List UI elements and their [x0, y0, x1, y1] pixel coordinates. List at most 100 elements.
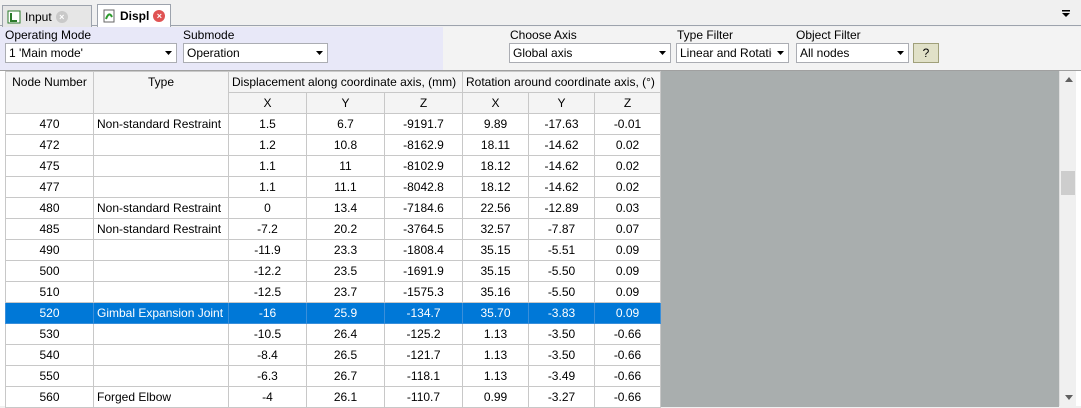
- table-cell-dx[interactable]: 1.5: [228, 113, 307, 135]
- table-cell-dz[interactable]: -121.7: [384, 344, 463, 366]
- table-cell-dz[interactable]: -1808.4: [384, 239, 463, 261]
- table-cell-type[interactable]: [93, 155, 229, 177]
- table-cell-ry[interactable]: -3.49: [528, 365, 595, 387]
- table-cell-rz[interactable]: -0.01: [594, 113, 661, 135]
- table-cell-rx[interactable]: 35.70: [462, 302, 529, 324]
- help-button[interactable]: ?: [913, 43, 939, 63]
- table-cell-rx[interactable]: 9.89: [462, 113, 529, 135]
- table-cell-type[interactable]: [93, 344, 229, 366]
- table-cell-node[interactable]: 560: [5, 386, 94, 408]
- table-cell-rz[interactable]: 0.02: [594, 134, 661, 156]
- table-cell-dx[interactable]: -7.2: [228, 218, 307, 240]
- table-cell-type[interactable]: Non-standard Restraint: [93, 197, 229, 219]
- table-cell-dz[interactable]: -8102.9: [384, 155, 463, 177]
- table-cell-rz[interactable]: 0.09: [594, 260, 661, 282]
- table-cell-node[interactable]: 480: [5, 197, 94, 219]
- table-row[interactable]: 510 -12.5 23.7 -1575.3 35.16 -5.50 0.09: [5, 281, 661, 303]
- table-cell-dy[interactable]: 11: [306, 155, 385, 177]
- table-cell-rx[interactable]: 35.15: [462, 239, 529, 261]
- table-cell-dx[interactable]: -16: [228, 302, 307, 324]
- table-cell-rx[interactable]: 1.13: [462, 365, 529, 387]
- table-cell-node[interactable]: 530: [5, 323, 94, 345]
- table-cell-ry[interactable]: -7.87: [528, 218, 595, 240]
- table-cell-dz[interactable]: -134.7: [384, 302, 463, 324]
- table-cell-node[interactable]: 490: [5, 239, 94, 261]
- table-cell-dx[interactable]: -6.3: [228, 365, 307, 387]
- table-cell-dy[interactable]: 23.5: [306, 260, 385, 282]
- table-cell-dx[interactable]: -11.9: [228, 239, 307, 261]
- table-cell-rz[interactable]: -0.66: [594, 386, 661, 408]
- table-cell-dz[interactable]: -8042.8: [384, 176, 463, 198]
- table-row[interactable]: 472 1.2 10.8 -8162.9 18.11 -14.62 0.02: [5, 134, 661, 156]
- column-header-node-number[interactable]: Node Number: [5, 71, 94, 114]
- table-cell-rx[interactable]: 22.56: [462, 197, 529, 219]
- table-cell-node[interactable]: 510: [5, 281, 94, 303]
- table-cell-node[interactable]: 477: [5, 176, 94, 198]
- table-cell-rx[interactable]: 18.12: [462, 176, 529, 198]
- table-cell-rz[interactable]: 0.02: [594, 155, 661, 177]
- table-cell-type[interactable]: [93, 281, 229, 303]
- table-cell-dy[interactable]: 25.9: [306, 302, 385, 324]
- scroll-up-icon[interactable]: [1060, 71, 1077, 88]
- table-cell-ry[interactable]: -3.50: [528, 323, 595, 345]
- table-cell-node[interactable]: 475: [5, 155, 94, 177]
- table-cell-rx[interactable]: 18.12: [462, 155, 529, 177]
- submode-select[interactable]: Operation: [183, 43, 328, 63]
- table-cell-type[interactable]: [93, 239, 229, 261]
- table-cell-ry[interactable]: -12.89: [528, 197, 595, 219]
- table-cell-ry[interactable]: -5.51: [528, 239, 595, 261]
- table-cell-dx[interactable]: -12.5: [228, 281, 307, 303]
- table-row[interactable]: 550 -6.3 26.7 -118.1 1.13 -3.49 -0.66: [5, 365, 661, 387]
- table-cell-dx[interactable]: -10.5: [228, 323, 307, 345]
- table-cell-dz[interactable]: -7184.6: [384, 197, 463, 219]
- table-cell-type[interactable]: Non-standard Restraint: [93, 113, 229, 135]
- table-row[interactable]: 500 -12.2 23.5 -1691.9 35.15 -5.50 0.09: [5, 260, 661, 282]
- tab-displ[interactable]: Displ ×: [97, 4, 171, 27]
- table-cell-dz[interactable]: -1691.9: [384, 260, 463, 282]
- table-cell-type[interactable]: Non-standard Restraint: [93, 218, 229, 240]
- tab-input[interactable]: Input ×: [2, 5, 92, 27]
- table-cell-rx[interactable]: 35.16: [462, 281, 529, 303]
- column-header-disp-y[interactable]: Y: [306, 92, 385, 114]
- table-cell-dy[interactable]: 20.2: [306, 218, 385, 240]
- table-cell-dx[interactable]: -4: [228, 386, 307, 408]
- table-cell-dz[interactable]: -3764.5: [384, 218, 463, 240]
- table-cell-rz[interactable]: 0.07: [594, 218, 661, 240]
- table-cell-node[interactable]: 540: [5, 344, 94, 366]
- table-cell-rz[interactable]: 0.09: [594, 239, 661, 261]
- table-cell-node[interactable]: 470: [5, 113, 94, 135]
- tab-menu-dropdown-icon[interactable]: [1061, 8, 1071, 18]
- table-cell-type[interactable]: [93, 323, 229, 345]
- table-cell-rx[interactable]: 1.13: [462, 323, 529, 345]
- table-cell-ry[interactable]: -5.50: [528, 260, 595, 282]
- table-cell-type[interactable]: [93, 134, 229, 156]
- column-header-rot-y[interactable]: Y: [528, 92, 595, 114]
- table-cell-rx[interactable]: 0.99: [462, 386, 529, 408]
- column-header-disp-x[interactable]: X: [228, 92, 307, 114]
- column-header-rot-x[interactable]: X: [462, 92, 529, 114]
- table-cell-rx[interactable]: 18.11: [462, 134, 529, 156]
- table-cell-dx[interactable]: -12.2: [228, 260, 307, 282]
- table-cell-rx[interactable]: 35.15: [462, 260, 529, 282]
- close-icon[interactable]: ×: [55, 10, 68, 23]
- table-cell-type[interactable]: [93, 365, 229, 387]
- table-cell-dx[interactable]: 1.1: [228, 176, 307, 198]
- table-cell-ry[interactable]: -14.62: [528, 134, 595, 156]
- table-cell-rz[interactable]: 0.03: [594, 197, 661, 219]
- table-cell-rz[interactable]: -0.66: [594, 365, 661, 387]
- table-cell-ry[interactable]: -3.50: [528, 344, 595, 366]
- table-cell-dz[interactable]: -118.1: [384, 365, 463, 387]
- table-cell-dy[interactable]: 11.1: [306, 176, 385, 198]
- table-cell-dy[interactable]: 10.8: [306, 134, 385, 156]
- table-cell-ry[interactable]: -17.63: [528, 113, 595, 135]
- table-cell-dx[interactable]: 1.1: [228, 155, 307, 177]
- table-cell-node[interactable]: 500: [5, 260, 94, 282]
- table-row[interactable]: 540 -8.4 26.5 -121.7 1.13 -3.50 -0.66: [5, 344, 661, 366]
- table-cell-ry[interactable]: -3.83: [528, 302, 595, 324]
- table-cell-node[interactable]: 485: [5, 218, 94, 240]
- table-cell-dz[interactable]: -8162.9: [384, 134, 463, 156]
- table-cell-dz[interactable]: -125.2: [384, 323, 463, 345]
- scroll-down-icon[interactable]: [1060, 389, 1077, 406]
- table-cell-rz[interactable]: -0.66: [594, 344, 661, 366]
- table-row[interactable]: 477 1.1 11.1 -8042.8 18.12 -14.62 0.02: [5, 176, 661, 198]
